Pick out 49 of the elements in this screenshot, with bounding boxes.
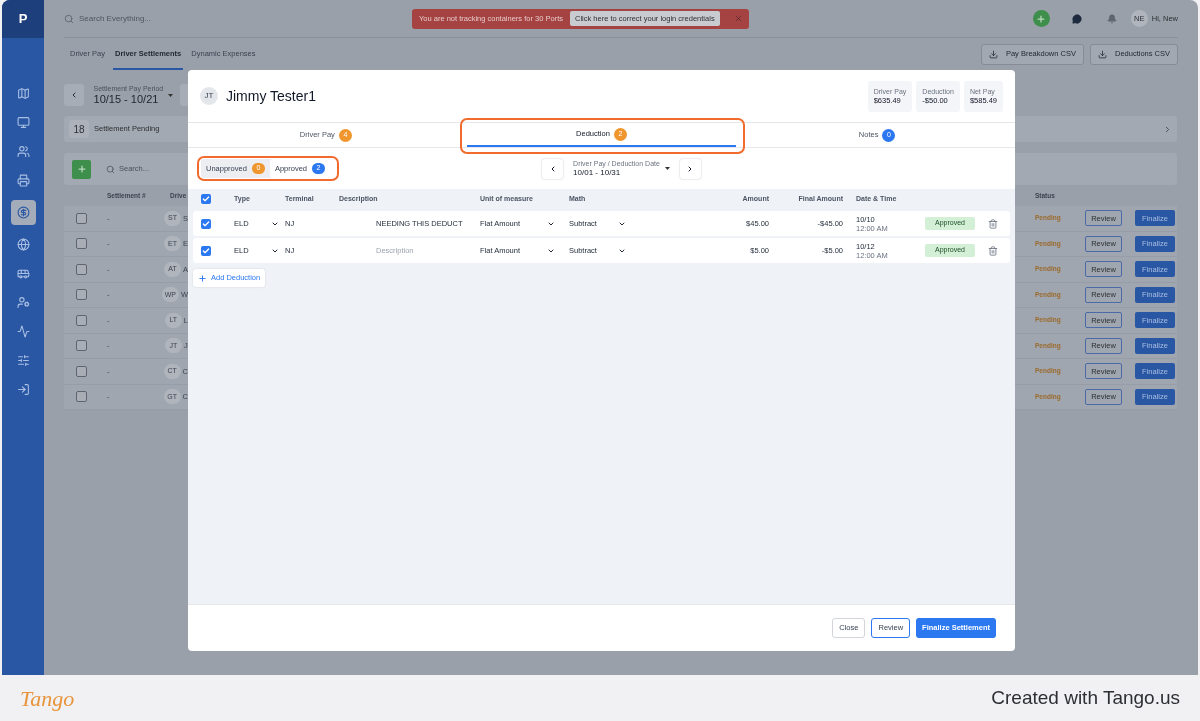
add-settlement-button[interactable] xyxy=(72,159,91,179)
checkbox[interactable] xyxy=(201,194,211,204)
checkbox[interactable] xyxy=(76,340,87,352)
checkbox[interactable] xyxy=(201,245,211,256)
dollar-icon xyxy=(16,206,30,219)
chevron-right-icon[interactable] xyxy=(1163,124,1172,134)
caret-icon xyxy=(664,167,670,170)
pulse-icon xyxy=(16,325,30,338)
add-button[interactable] xyxy=(1032,10,1050,27)
login-icon xyxy=(16,383,30,396)
pending-count: 18 xyxy=(69,120,89,138)
checkbox[interactable] xyxy=(76,263,87,275)
bell-icon[interactable] xyxy=(1106,13,1117,24)
download-icon xyxy=(988,49,998,59)
date-range-value[interactable]: 10/01 - 10/31 xyxy=(573,167,660,178)
plus-icon xyxy=(76,164,87,174)
trash-icon[interactable] xyxy=(987,218,998,229)
checkbox[interactable] xyxy=(76,391,87,403)
globe-icon xyxy=(16,238,30,251)
sidebar-item[interactable] xyxy=(10,200,36,225)
logo: P xyxy=(2,0,44,38)
checkbox[interactable] xyxy=(76,314,87,326)
search-icon xyxy=(106,164,115,174)
driver-avatar: JT xyxy=(200,87,218,105)
driver-name: Jimmy Tester1 xyxy=(226,86,316,106)
trash-icon[interactable] xyxy=(987,245,998,256)
checkbox[interactable] xyxy=(76,365,87,377)
monitor-icon xyxy=(16,116,30,129)
tango-logo: Tango xyxy=(20,684,75,713)
user-gear-icon xyxy=(16,296,30,309)
chat-icon[interactable] xyxy=(1071,13,1082,24)
plus-icon xyxy=(1036,13,1047,24)
sliders-icon xyxy=(16,354,30,367)
download-icon xyxy=(1097,49,1107,59)
printer-icon xyxy=(16,174,30,187)
caret-icon xyxy=(168,93,174,97)
search-field[interactable]: Search Everything... xyxy=(79,12,279,25)
plus-icon xyxy=(198,273,207,283)
bus-icon xyxy=(16,267,30,280)
credit-text: Created with Tango.us xyxy=(991,685,1180,710)
checkbox[interactable] xyxy=(76,289,87,301)
checkbox[interactable] xyxy=(76,238,87,250)
close-icon[interactable] xyxy=(733,14,743,23)
users-icon xyxy=(16,145,30,158)
period-value[interactable]: 10/15 - 10/21 xyxy=(93,92,164,106)
search-icon xyxy=(64,13,74,24)
map-icon xyxy=(16,87,30,100)
checkbox[interactable] xyxy=(76,212,87,224)
checkbox[interactable] xyxy=(201,218,211,229)
